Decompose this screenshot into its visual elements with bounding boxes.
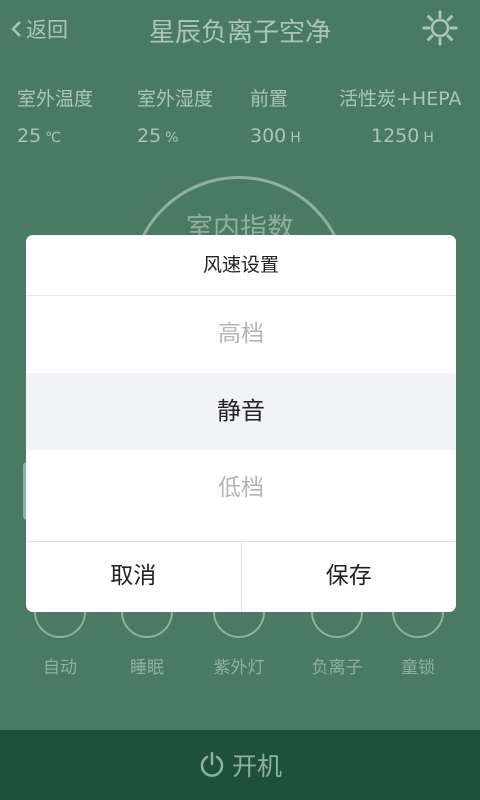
- dialog-title: 风速设置: [26, 235, 456, 296]
- option-silent[interactable]: 静音: [26, 373, 456, 450]
- screen: 返回 星辰负离子空净 室外温度 25 ℃ 室外湿度 25% 前置 300 H 活…: [0, 0, 480, 800]
- dialog-buttons: 取消 保存: [26, 541, 456, 612]
- cancel-button[interactable]: 取消: [26, 542, 241, 612]
- option-low[interactable]: 低档: [26, 450, 456, 527]
- save-button[interactable]: 保存: [240, 542, 457, 612]
- fan-speed-dialog: 风速设置 高档 静音 低档 取消 保存: [26, 235, 456, 612]
- option-high[interactable]: 高档: [26, 296, 456, 373]
